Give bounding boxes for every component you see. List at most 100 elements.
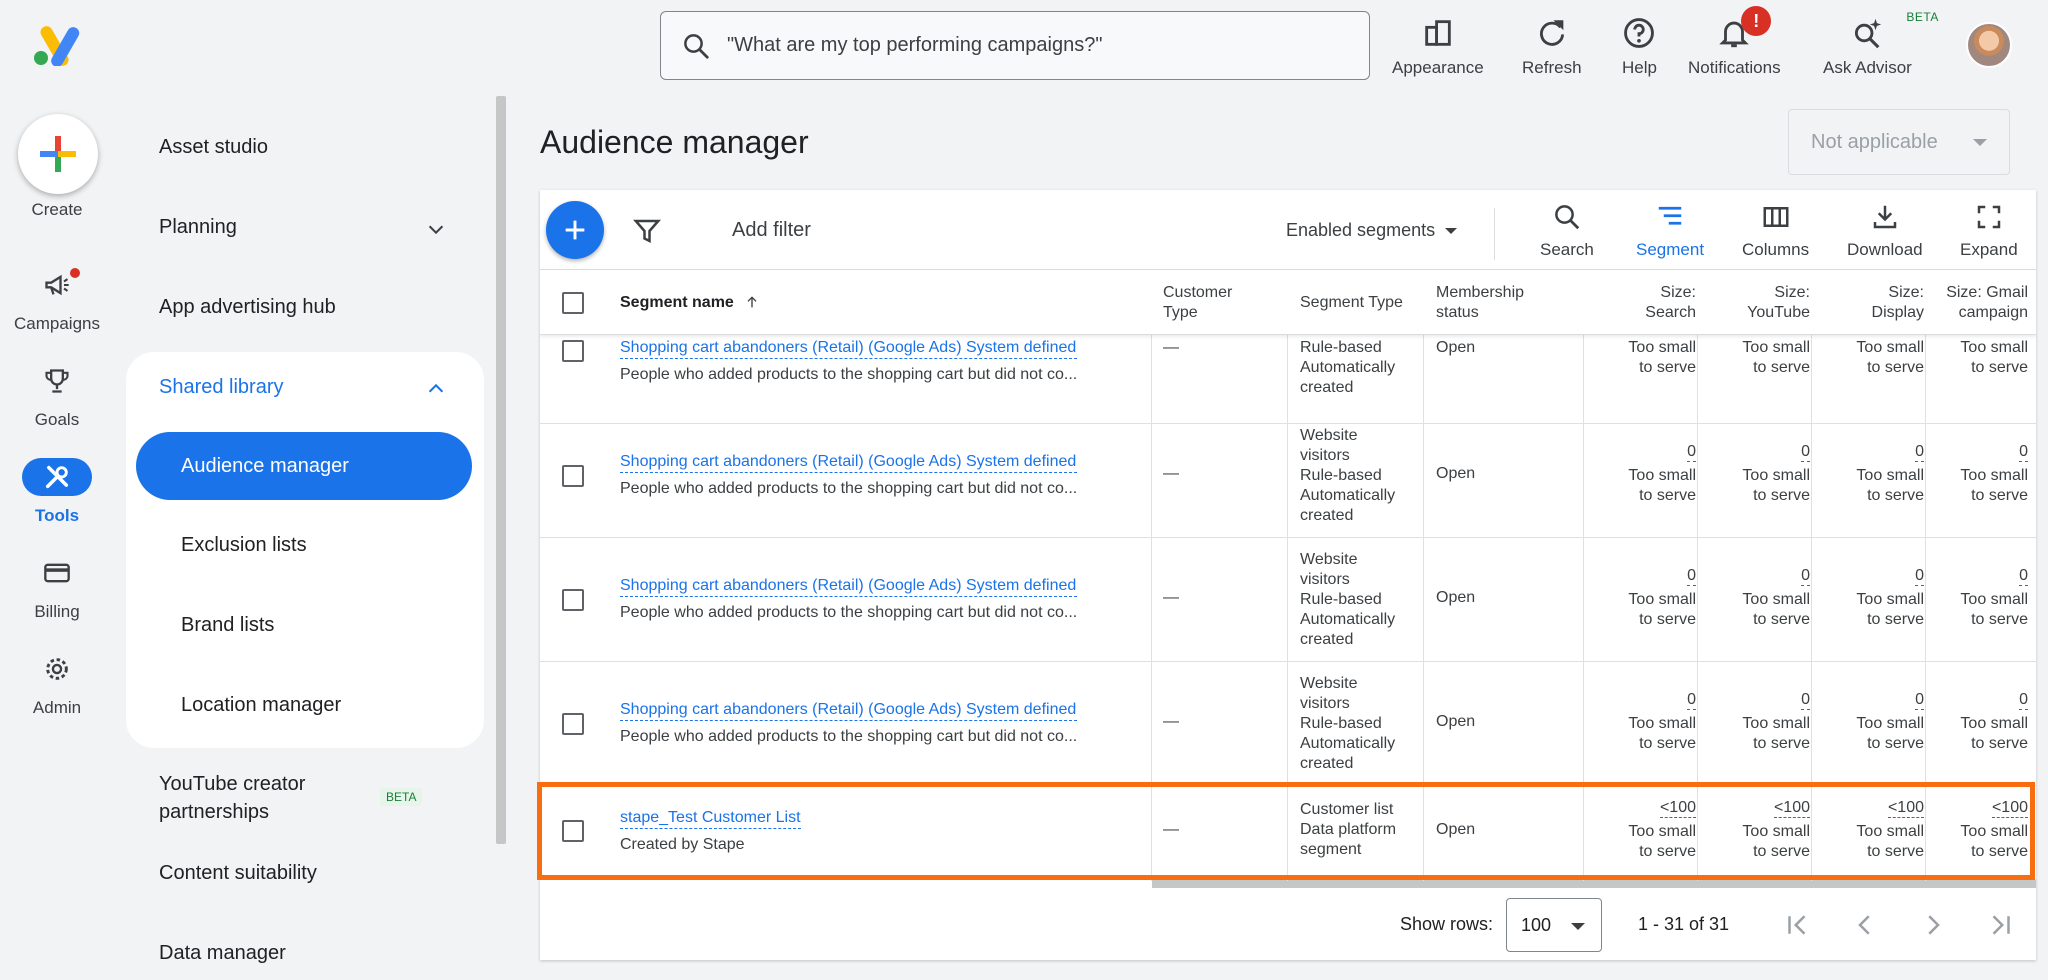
columns-tool-button[interactable]: Columns (1742, 202, 1809, 260)
row-checkbox[interactable] (562, 820, 584, 842)
page-title: Audience manager (540, 124, 809, 160)
nav-item-location-manager[interactable]: Location manager (181, 694, 341, 717)
rail-item-goals[interactable]: Goals (0, 362, 114, 452)
nav-item-asset-studio[interactable]: Asset studio (159, 136, 268, 159)
customer-type: — (1163, 589, 1179, 606)
segment-name-link[interactable]: Shopping cart abandoners (Retail) (Googl… (620, 452, 1078, 473)
table-horizontal-scrollbar[interactable] (1152, 880, 2036, 888)
column-header-membership-status[interactable]: Membership status (1436, 283, 1524, 323)
nav-item-app-advertising-hub[interactable]: App advertising hub (159, 296, 336, 319)
segment-type: Website visitors Rule-based Automatically cr… (1300, 427, 1396, 524)
size-display: 0 Too small to serve (1856, 567, 1924, 628)
last-page-icon[interactable] (1986, 910, 2016, 940)
rail-item-billing[interactable]: Billing (0, 554, 114, 644)
size-youtube: Too small to serve (1742, 339, 1810, 376)
chevron-down-icon (428, 225, 444, 235)
nav-item-audience-manager[interactable]: Audience manager (136, 432, 472, 500)
column-header-segment-name[interactable]: Segment name (620, 293, 760, 313)
next-page-icon[interactable] (1918, 910, 1948, 940)
segment-name-link[interactable]: Shopping cart abandoners (Retail) (Googl… (620, 700, 1078, 721)
refresh-button[interactable]: Refresh (1522, 16, 1582, 78)
segment-type: Rule-based Automatically created (1300, 339, 1396, 396)
account-select[interactable]: Not applicable (1788, 109, 2010, 175)
plus-icon (40, 136, 76, 172)
nav-item-exclusion-lists[interactable]: Exclusion lists (181, 534, 307, 557)
segment-tool-button[interactable]: Segment (1636, 202, 1704, 260)
column-header-size-display[interactable]: Size: Display (1824, 283, 1924, 323)
nav-item-youtube-creator-partnerships[interactable]: YouTube creator partnerships (159, 770, 305, 826)
first-page-icon[interactable] (1782, 910, 1812, 940)
download-tool-button[interactable]: Download (1847, 202, 1923, 260)
membership-status: Open (1436, 589, 1476, 606)
row-checkbox[interactable] (562, 340, 584, 362)
notification-badge: ! (1741, 6, 1772, 36)
rows-per-page-select[interactable]: 100 (1506, 898, 1602, 952)
column-header-segment-type[interactable]: Segment Type (1300, 293, 1403, 313)
segment-icon (1658, 206, 1682, 225)
appearance-button[interactable]: Appearance (1392, 16, 1484, 78)
column-header-size-gmail[interactable]: Size: Gmail campaign (1928, 283, 2028, 323)
add-filter-button[interactable]: Add filter (732, 219, 811, 242)
nav-item-data-manager[interactable]: Data manager (159, 942, 286, 965)
nav-scrollbar[interactable] (496, 96, 506, 844)
beta-tag: BETA (380, 788, 423, 806)
sort-arrow-up-icon (747, 296, 757, 308)
ask-advisor-button[interactable]: BETA Ask Advisor (1823, 10, 1938, 78)
search-input[interactable]: "What are my top performing campaigns?" (660, 11, 1370, 80)
membership-status: Open (1436, 339, 1476, 356)
customer-type: — (1163, 339, 1179, 356)
row-checkbox[interactable] (562, 465, 584, 487)
column-header-customer-type[interactable]: Customer Type (1163, 283, 1232, 323)
search-icon (1555, 205, 1580, 230)
size-search: 0 Too small to serve (1628, 443, 1696, 504)
create-button[interactable] (18, 114, 98, 194)
row-checkbox[interactable] (562, 589, 584, 611)
segment-description: People who added products to the shoppin… (620, 604, 1078, 621)
search-icon (684, 33, 709, 59)
google-ads-logo[interactable] (32, 24, 80, 66)
audience-table-card: Add filter Enabled segments Search Segme… (540, 190, 2036, 960)
show-rows-label: Show rows: (1400, 914, 1494, 934)
help-button[interactable]: Help (1622, 16, 1657, 78)
search-tool-button[interactable]: Search (1540, 202, 1594, 260)
size-display: 0 Too small to serve (1856, 691, 1924, 752)
nav-item-planning[interactable]: Planning (159, 216, 449, 239)
segment-description: People who added products to the shoppin… (620, 728, 1078, 745)
select-all-checkbox[interactable] (562, 292, 584, 314)
membership-status: Open (1436, 713, 1476, 730)
size-youtube: 0 Too small to serve (1742, 443, 1810, 504)
rail-item-tools[interactable]: Tools (0, 458, 114, 548)
previous-page-icon[interactable] (1850, 910, 1880, 940)
column-header-size-youtube[interactable]: Size: YouTube (1710, 283, 1810, 323)
nav-item-content-suitability[interactable]: Content suitability (159, 862, 317, 885)
beta-tag: BETA (1906, 10, 1939, 24)
rail-item-admin[interactable]: Admin (0, 650, 114, 740)
row-checkbox[interactable] (562, 713, 584, 735)
caret-down-icon (1445, 228, 1458, 235)
chevron-up-icon (428, 383, 444, 393)
segment-type: Website visitors Rule-based Automatically cr… (1300, 551, 1396, 648)
size-gmail: 0 Too small to serve (1960, 691, 2028, 752)
membership-status: Open (1436, 465, 1476, 482)
search-placeholder: "What are my top performing campaigns?" (727, 34, 1103, 56)
download-icon (1873, 205, 1897, 229)
customer-type: — (1163, 465, 1179, 482)
rail-item-campaigns[interactable]: Campaigns (0, 266, 114, 356)
nav-item-brand-lists[interactable]: Brand lists (181, 614, 274, 637)
column-header-size-search[interactable]: Size: Search (1596, 283, 1696, 323)
notifications-button[interactable]: ! Notifications (1688, 6, 1781, 78)
refresh-icon (1539, 20, 1564, 46)
nav-item-shared-library[interactable]: Shared library (159, 376, 449, 399)
add-segment-button[interactable] (546, 201, 604, 259)
table-toolbar: Add filter Enabled segments Search Segme… (540, 190, 2036, 270)
enabled-segments-dropdown[interactable]: Enabled segments (1286, 220, 1458, 241)
expand-tool-button[interactable]: Expand (1960, 202, 2018, 260)
segment-name-link[interactable]: Shopping cart abandoners (Retail) (Googl… (620, 576, 1078, 597)
segment-name-link[interactable]: stape_Test Customer List (620, 808, 801, 829)
segment-name-link[interactable]: Shopping cart abandoners (Retail) (Googl… (620, 338, 1078, 359)
filter-icon[interactable] (632, 216, 662, 246)
appearance-icon (1425, 20, 1451, 46)
avatar[interactable] (1966, 22, 2012, 68)
tools-icon (45, 465, 69, 489)
table-pagination: Show rows: 100 1 - 31 of 31 (540, 890, 2036, 960)
